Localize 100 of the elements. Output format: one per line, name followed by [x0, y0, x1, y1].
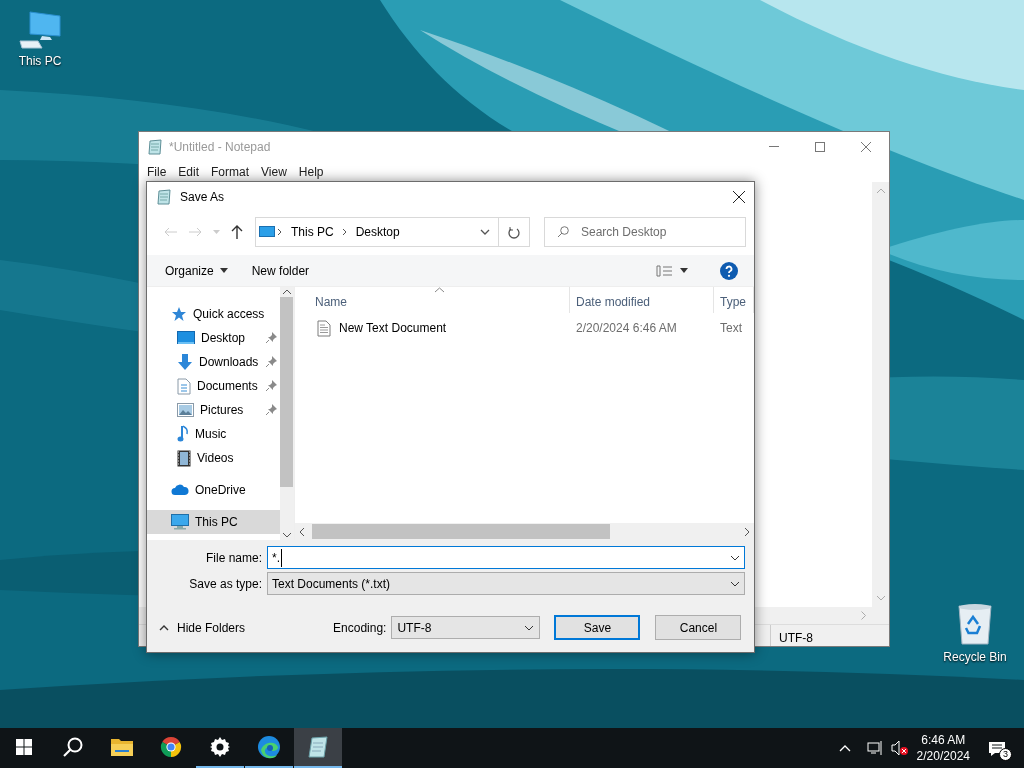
help-icon [720, 261, 738, 280]
scroll-up-icon [282, 289, 291, 294]
save-button[interactable]: Save [554, 615, 641, 640]
encoding-status: UTF-8 [770, 625, 889, 646]
dialog-title: Save As [180, 189, 225, 206]
field-label: Save as type: [188, 575, 263, 593]
notepad-icon [156, 189, 172, 205]
message-icon [988, 740, 1006, 757]
computer-icon [171, 514, 189, 530]
film-icon [177, 449, 191, 467]
nav-item[interactable]: Quick access [147, 302, 280, 326]
scroll-right-icon [861, 611, 866, 620]
computer-icon[interactable] [18, 10, 62, 50]
muted-speaker-icon[interactable] [890, 740, 909, 756]
text-file-icon [317, 319, 331, 337]
search-icon [557, 226, 569, 238]
nav-item[interactable]: Downloads [147, 350, 280, 374]
file-row[interactable]: New Text Document 2/20/2024 6:46 AM Text [295, 317, 754, 339]
hide-folders-button[interactable]: Hide Folders [159, 618, 246, 637]
caret-icon [680, 268, 688, 273]
maximize-icon [815, 141, 825, 152]
forward-arrow-icon [188, 227, 202, 237]
nav-item[interactable]: This PC [147, 510, 280, 534]
pin-icon [265, 380, 277, 391]
nav-item[interactable]: Pictures [147, 398, 280, 422]
scroll-right-icon [745, 527, 750, 536]
cloud-icon [171, 484, 189, 496]
document-icon [177, 377, 191, 395]
chevron-up-icon [159, 624, 169, 631]
nav-item[interactable]: Desktop [147, 326, 280, 350]
address-bar[interactable]: This PC Desktop [255, 217, 499, 247]
swirl-icon [257, 735, 281, 759]
column-header[interactable]: Date modified [570, 287, 714, 313]
dropdown-icon [212, 230, 220, 234]
nav-item[interactable]: OneDrive [147, 478, 280, 502]
sort-icon [435, 287, 444, 293]
notification-count: 3 [999, 748, 1012, 761]
taskbar-button[interactable] [294, 728, 342, 768]
vertical-scrollbar[interactable] [872, 182, 889, 607]
new-folder-button[interactable]: New folder [243, 258, 318, 283]
pin-icon [265, 356, 277, 367]
menu-item[interactable]: Help [292, 162, 330, 181]
view-list-icon [656, 264, 674, 277]
menu-item[interactable]: File [141, 162, 173, 181]
notifications-button[interactable]: 3 [988, 739, 1008, 757]
search-icon [63, 737, 83, 757]
close-icon [861, 141, 871, 152]
close-icon [733, 191, 745, 203]
back-arrow-icon [164, 227, 178, 237]
vertical-scrollbar[interactable] [279, 287, 294, 540]
menu-item[interactable]: View [255, 162, 293, 181]
scroll-down-icon [876, 596, 885, 601]
nav-item[interactable]: Documents [147, 374, 280, 398]
horizontal-scrollbar[interactable] [295, 523, 754, 540]
scroll-down-icon [282, 533, 291, 538]
file-type-dropdown[interactable]: Text Documents (*.txt) [267, 572, 745, 595]
notepad-icon [307, 736, 329, 758]
search-field[interactable]: Search Desktop [544, 217, 746, 247]
icon-label[interactable]: Recycle Bin [943, 648, 1007, 666]
breadcrumb-item[interactable]: Desktop [349, 223, 406, 241]
file-name-field[interactable]: *. [267, 546, 745, 569]
chevron-down-icon [730, 554, 740, 561]
windows-logo-icon [16, 739, 32, 755]
clock[interactable]: 6:46 AM 2/20/2024 [916, 732, 970, 764]
scroll-left-icon [299, 527, 304, 536]
organize-button[interactable]: Organize [157, 258, 236, 283]
field-label: File name: [204, 549, 263, 567]
network-icon[interactable] [866, 741, 883, 755]
column-header[interactable]: Type [714, 287, 754, 313]
star-icon [171, 306, 187, 322]
nav-item[interactable]: Music [147, 422, 280, 446]
chevron-up-icon[interactable] [838, 744, 851, 752]
pin-icon [265, 332, 277, 343]
scroll-up-icon [876, 188, 885, 193]
window-title: *Untitled - Notepad [169, 138, 271, 156]
refresh-icon [508, 225, 520, 239]
column-header[interactable]: Name [295, 287, 570, 313]
chevron-down-icon [730, 580, 740, 587]
refresh-button[interactable] [499, 217, 530, 247]
folder-icon [110, 737, 134, 757]
field-label: Encoding: [333, 619, 387, 637]
down-arrow-icon [177, 353, 193, 371]
cancel-button[interactable]: Cancel [655, 615, 742, 640]
breadcrumb-item[interactable]: This PC [285, 223, 340, 241]
desktop-icon [177, 331, 195, 345]
menu-item[interactable]: Format [205, 162, 256, 181]
minimize-icon [769, 146, 779, 147]
computer-icon [259, 226, 275, 238]
encoding-dropdown[interactable]: UTF-8 [391, 616, 541, 639]
pin-icon [265, 404, 277, 415]
music-note-icon [177, 425, 189, 443]
caret-icon [219, 268, 228, 273]
up-arrow-icon [231, 225, 243, 239]
picture-icon [177, 403, 194, 417]
menu-item[interactable]: Edit [172, 162, 206, 181]
icon-label[interactable]: This PC [18, 52, 62, 70]
dropdown-icon[interactable] [480, 229, 490, 235]
recycle-bin-icon[interactable] [956, 602, 994, 646]
gear-icon [210, 737, 230, 757]
nav-item[interactable]: Videos [147, 446, 280, 470]
